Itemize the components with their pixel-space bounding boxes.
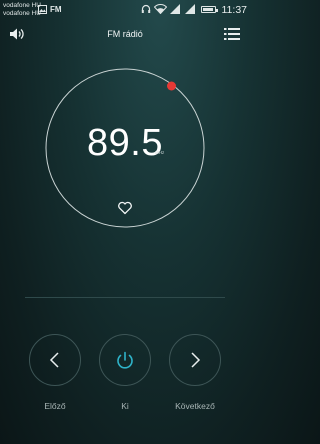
chevron-right-icon <box>191 352 201 368</box>
frequency-value: 89.5 <box>87 122 163 164</box>
chevron-left-icon <box>49 352 59 368</box>
heart-icon <box>118 201 132 215</box>
status-bar: vodafone HU vodafone HU FM 11:37 <box>0 0 250 20</box>
divider <box>25 297 225 298</box>
fm-badge: FM <box>50 5 62 14</box>
image-icon <box>38 5 47 17</box>
favorite-button[interactable] <box>117 200 133 216</box>
battery-icon <box>201 6 218 13</box>
clock: 11:37 <box>221 4 248 16</box>
previous-label: Előző <box>44 401 66 411</box>
next-label: Következő <box>175 401 215 411</box>
signal-icon <box>170 4 181 17</box>
carrier-name-2: vodafone HU <box>3 10 41 17</box>
list-menu-icon <box>224 28 240 40</box>
next-button[interactable] <box>169 334 221 386</box>
power-icon <box>117 351 133 369</box>
wifi-icon <box>153 4 168 17</box>
frequency-unit: MHz <box>155 150 165 155</box>
menu-button[interactable] <box>224 27 240 41</box>
previous-button[interactable] <box>29 334 81 386</box>
headphones-icon <box>141 4 151 17</box>
power-label: Ki <box>121 401 129 411</box>
page-title: FM rádió <box>107 29 143 39</box>
tuner-indicator-dot[interactable] <box>167 81 176 91</box>
carrier-name-1: vodafone HU <box>3 2 41 9</box>
frequency-display: 89.5 <box>45 118 205 168</box>
power-button[interactable] <box>99 334 151 386</box>
app-header: FM rádió <box>0 20 250 48</box>
signal-icon-2 <box>185 4 196 17</box>
